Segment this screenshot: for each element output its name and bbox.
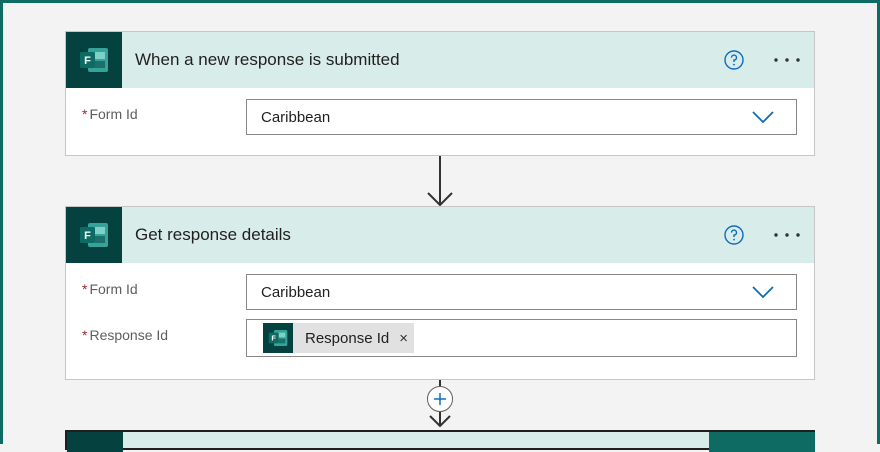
response-id-input[interactable]: F Response Id × [246, 319, 797, 357]
next-step-card-edge [709, 432, 815, 452]
required-marker: * [82, 327, 88, 343]
dynamic-content-token[interactable]: F Response Id × [263, 323, 414, 353]
microsoft-forms-icon: F [66, 32, 122, 88]
trigger-card-header[interactable]: F When a new response is submitted [66, 32, 814, 88]
connector-arrow [427, 156, 453, 207]
form-id-label: * Form Id [82, 106, 138, 122]
help-icon[interactable] [724, 225, 744, 245]
form-id-label-text: Form Id [89, 106, 138, 122]
required-marker: * [82, 281, 88, 297]
action-title: Get response details [135, 225, 291, 244]
form-id-dropdown[interactable]: Caribbean [246, 274, 797, 310]
action-card[interactable]: F Get response details * Form Id Caribbea… [65, 206, 815, 380]
trigger-title: When a new response is submitted [135, 50, 400, 69]
form-id-label-text: Form Id [89, 281, 138, 297]
form-id-label: * Form Id [82, 281, 138, 297]
svg-text:F: F [84, 230, 91, 242]
microsoft-forms-icon: F [263, 323, 293, 353]
response-id-label: * Response Id [82, 327, 168, 343]
chevron-down-icon[interactable] [752, 286, 774, 298]
step-icon [67, 432, 123, 452]
chevron-down-icon[interactable] [752, 111, 774, 123]
help-icon[interactable] [724, 50, 744, 70]
form-id-dropdown[interactable]: Caribbean [246, 99, 797, 135]
svg-text:F: F [84, 55, 91, 67]
required-marker: * [82, 106, 88, 122]
more-options-icon[interactable] [772, 54, 802, 66]
form-id-value: Caribbean [261, 283, 331, 301]
response-id-label-text: Response Id [89, 327, 169, 343]
trigger-card[interactable]: F When a new response is submitted * Form… [65, 31, 815, 156]
remove-token-button[interactable]: × [399, 330, 408, 347]
next-step-card[interactable] [65, 430, 815, 452]
more-options-icon[interactable] [772, 229, 802, 241]
insert-step-button[interactable] [427, 386, 453, 412]
action-card-header[interactable]: F Get response details [66, 207, 814, 263]
svg-text:F: F [271, 334, 276, 343]
plus-icon [434, 393, 446, 405]
form-id-value: Caribbean [261, 108, 331, 126]
microsoft-forms-icon: F [66, 207, 122, 263]
token-label: Response Id [305, 329, 390, 347]
